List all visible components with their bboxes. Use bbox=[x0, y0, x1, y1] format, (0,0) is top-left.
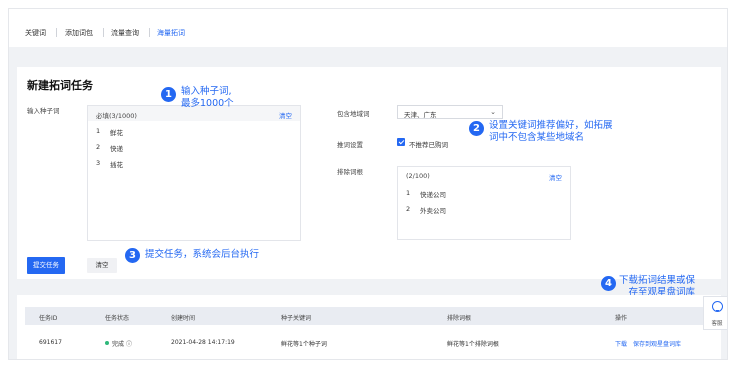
new-task-card: 新建拓词任务 输入种子词 必填(3/1000) 清空 1 鲜花 2 快递 3 插花 包… bbox=[17, 67, 721, 279]
info-icon[interactable]: ⓘ bbox=[126, 341, 132, 348]
tab-add-package[interactable]: 添加词包 bbox=[65, 28, 93, 38]
region-label: 包含地域词 bbox=[337, 110, 370, 118]
tab-divider bbox=[56, 28, 57, 37]
annotation-text: 输入种子词, 最多1000个 bbox=[181, 86, 234, 109]
exclude-label: 排除词根 bbox=[337, 168, 363, 176]
annotation-badge: 2 bbox=[469, 121, 484, 136]
region-select[interactable]: 天津、广东 ⌄ bbox=[397, 105, 503, 119]
cell-created: 2021-04-28 14:17:19 bbox=[171, 339, 235, 346]
tab-divider bbox=[149, 28, 150, 37]
cell-exclude: 鲜花等1个排除词根 bbox=[447, 341, 499, 348]
customer-service-button[interactable]: 客服 bbox=[703, 296, 727, 330]
annotation-badge: 1 bbox=[161, 87, 176, 102]
col-seed: 种子关键词 bbox=[281, 315, 312, 322]
annotation-badge: 3 bbox=[125, 248, 140, 263]
headset-icon bbox=[712, 301, 723, 312]
col-status: 任务状态 bbox=[105, 315, 130, 322]
cell-seed: 鲜花等1个种子词 bbox=[281, 341, 327, 348]
app-frame: 关键词 添加词包 流量查询 海量拓词 新建拓词任务 输入种子词 必填(3/100… bbox=[8, 8, 728, 360]
exclude-clear-link[interactable]: 清空 bbox=[549, 172, 562, 182]
top-nav: 关键词 添加词包 流量查询 海量拓词 bbox=[9, 9, 727, 47]
download-link[interactable]: 下载 bbox=[615, 339, 627, 348]
save-to-library-link[interactable]: 保存到观星盘词库 bbox=[633, 339, 681, 348]
col-exclude: 排除词根 bbox=[447, 315, 472, 322]
col-created: 创建时间 bbox=[171, 315, 196, 322]
cell-status: 完成 ⓘ bbox=[105, 339, 132, 348]
annotation-badge: 4 bbox=[601, 276, 616, 291]
tab-mass-expand[interactable]: 海量拓词 bbox=[157, 28, 185, 38]
exclude-count: (2/100) bbox=[406, 172, 430, 180]
region-value: 天津、广东 bbox=[404, 111, 437, 119]
seed-clear-link[interactable]: 清空 bbox=[279, 110, 292, 120]
tab-keywords[interactable]: 关键词 bbox=[25, 28, 46, 38]
page-title: 新建拓词任务 bbox=[27, 79, 93, 92]
recommend-option: 不推荐已购词 bbox=[409, 141, 448, 149]
recommend-label: 推词设置 bbox=[337, 141, 363, 149]
customer-service-label: 客服 bbox=[711, 321, 723, 327]
submit-task-button[interactable]: 提交任务 bbox=[27, 257, 65, 274]
cell-task-id: 691617 bbox=[39, 339, 62, 346]
exclude-input[interactable]: (2/100) 清空 1 快递公司 2 外卖公司 bbox=[397, 166, 571, 240]
col-actions: 操作 bbox=[615, 315, 628, 322]
tab-traffic-query[interactable]: 流量查询 bbox=[111, 28, 139, 38]
tab-divider bbox=[103, 28, 104, 37]
annotation-text: 设置关键词推荐偏好，如拓展 词中不包含某些地域名 bbox=[489, 120, 613, 143]
exclude-header: (2/100) 清空 bbox=[398, 167, 570, 182]
seed-input[interactable]: 必填(3/1000) 清空 1 鲜花 2 快递 3 插花 bbox=[87, 105, 301, 241]
table-header: 任务ID 任务状态 创建时间 种子关键词 排除词根 操作 bbox=[25, 307, 713, 325]
col-task-id: 任务ID bbox=[39, 315, 58, 322]
reset-button[interactable]: 清空 bbox=[87, 258, 117, 273]
annotation-text: 提交任务，系统会后台执行 bbox=[145, 249, 260, 260]
seed-count: 必填(3/1000) bbox=[96, 112, 137, 120]
task-table: 任务ID 任务状态 创建时间 种子关键词 排除词根 操作 691617 完成 ⓘ… bbox=[17, 295, 721, 359]
recommend-checkbox[interactable] bbox=[397, 138, 405, 146]
status-dot bbox=[105, 341, 109, 345]
chevron-down-icon: ⌄ bbox=[490, 108, 496, 116]
seed-label: 输入种子词 bbox=[27, 107, 60, 115]
